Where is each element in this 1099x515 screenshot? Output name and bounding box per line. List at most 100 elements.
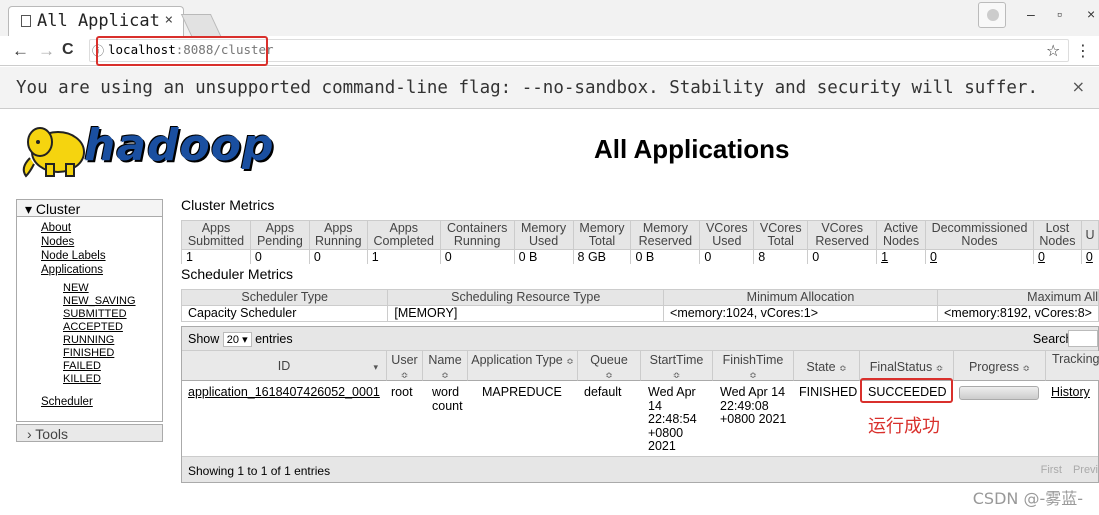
sidebar-link-killed[interactable]: KILLED xyxy=(63,373,101,385)
metric-value: 0 B xyxy=(630,249,700,264)
first-page-button[interactable]: First xyxy=(1041,464,1062,476)
infobar-message: You are using an unsupported command-lin… xyxy=(16,78,1038,98)
col-maximum-allocation: Maximum All xyxy=(937,289,1099,306)
page-title: All Applications xyxy=(594,134,790,164)
col-scheduler-type: Scheduler Type xyxy=(180,289,389,306)
success-annotation: 运行成功 xyxy=(868,416,940,437)
sidebar-link-about[interactable]: About xyxy=(41,222,71,234)
app-type: MAPREDUCE xyxy=(482,385,562,399)
entries-label: entries xyxy=(255,332,293,346)
lost-nodes-link[interactable]: 0 xyxy=(1032,249,1082,264)
col-lost-nodes: Lost Nodes xyxy=(1032,220,1082,250)
col-id[interactable]: ID ▾ xyxy=(182,351,387,381)
resource-type-value: [MEMORY] xyxy=(387,305,665,322)
page-content: hadoop All Applications ▾ Cluster About … xyxy=(0,110,1099,515)
col-containers-running: Containers Running xyxy=(439,220,515,250)
col-decommissioned-nodes: Decommissioned Nodes xyxy=(925,220,1034,250)
metric-value: 1 xyxy=(366,249,441,264)
col-progress[interactable]: Progress ≎ xyxy=(954,351,1046,381)
sidebar-link-nodes[interactable]: Nodes xyxy=(41,236,74,248)
col-apps-pending: Apps Pending xyxy=(249,220,310,250)
reload-button[interactable]: C xyxy=(62,41,74,59)
col-tracking[interactable]: Tracking xyxy=(1046,351,1099,381)
max-allocation-value: <memory:8192, vCores:8> xyxy=(937,305,1099,322)
cluster-metrics-title: Cluster Metrics xyxy=(181,197,275,213)
entries-select[interactable]: 20 ▾ xyxy=(222,332,252,347)
close-window-button[interactable]: × xyxy=(1087,6,1095,22)
sidebar-link-new-saving[interactable]: NEW_SAVING xyxy=(63,295,136,307)
metric-value: 8 xyxy=(753,249,808,264)
showing-entries-text: Showing 1 to 1 of 1 entries xyxy=(188,464,331,478)
metric-value: 8 GB xyxy=(572,249,631,264)
col-vcores-used: VCores Used xyxy=(699,220,755,250)
col-memory-reserved: Memory Reserved xyxy=(630,220,701,250)
sidebar: ▾ Cluster About Nodes Node Labels Applic… xyxy=(16,199,163,422)
previous-page-button[interactable]: Previ xyxy=(1073,464,1098,476)
tab-title: All Applicat xyxy=(37,11,160,31)
sidebar-link-accepted[interactable]: ACCEPTED xyxy=(63,321,123,333)
decommissioned-nodes-link[interactable]: 0 xyxy=(925,249,1034,264)
table-footer: Showing 1 to 1 of 1 entries First Previ xyxy=(182,456,1098,482)
unhealthy-nodes-link[interactable]: 0 xyxy=(1080,249,1099,264)
col-name[interactable]: Name ≎ xyxy=(423,351,468,381)
col-finish-time[interactable]: FinishTime ≎ xyxy=(713,351,794,381)
infobar: You are using an unsupported command-lin… xyxy=(0,67,1099,109)
sidebar-link-failed[interactable]: FAILED xyxy=(63,360,101,372)
tools-section-header[interactable]: › Tools xyxy=(16,424,163,442)
col-apps-submitted: Apps Submitted xyxy=(181,220,251,250)
back-button[interactable]: ← xyxy=(12,41,29,61)
metric-value: 0 xyxy=(308,249,368,264)
hadoop-logo[interactable]: hadoop xyxy=(18,118,278,184)
profile-button[interactable] xyxy=(978,2,1006,28)
infobar-close-icon[interactable]: × xyxy=(1072,77,1085,96)
tab-close-icon[interactable]: × xyxy=(165,12,173,28)
minimize-button[interactable]: – xyxy=(1027,6,1035,22)
col-queue[interactable]: Queue ≎ xyxy=(578,351,641,381)
app-state: FINISHED xyxy=(799,385,858,399)
sidebar-link-finished[interactable]: FINISHED xyxy=(63,347,114,359)
tab-all-applications[interactable]: All Applicat × xyxy=(8,6,184,36)
app-finish-time: Wed Apr 14 22:49:08 +0800 2021 xyxy=(720,385,787,426)
col-minimum-allocation: Minimum Allocation xyxy=(663,289,938,306)
metric-value: 0 xyxy=(249,249,310,264)
maximize-button[interactable]: ▫ xyxy=(1057,6,1062,22)
avatar-icon xyxy=(987,9,999,21)
app-user: root xyxy=(391,385,413,399)
sidebar-link-node-labels[interactable]: Node Labels xyxy=(41,250,106,262)
search-input[interactable] xyxy=(1068,330,1098,347)
history-link[interactable]: History xyxy=(1051,385,1090,400)
col-active-nodes: Active Nodes xyxy=(876,220,927,250)
sidebar-link-submitted[interactable]: SUBMITTED xyxy=(63,308,127,320)
bookmark-star-icon[interactable]: ☆ xyxy=(1046,41,1060,61)
cluster-section-header[interactable]: ▾ Cluster xyxy=(17,200,162,217)
sidebar-link-scheduler[interactable]: Scheduler xyxy=(41,396,93,408)
sidebar-link-new[interactable]: NEW xyxy=(63,282,89,294)
forward-button[interactable]: → xyxy=(38,41,55,61)
sidebar-link-running[interactable]: RUNNING xyxy=(63,334,114,346)
applications-table: Show 20 ▾ entries Search: ID ▾ User ≎ Name… xyxy=(181,326,1099,483)
show-label: Show xyxy=(188,332,220,346)
col-start-time[interactable]: StartTime ≎ xyxy=(641,351,713,381)
progress-bar xyxy=(959,386,1039,400)
scheduler-metrics-title: Scheduler Metrics xyxy=(181,266,294,282)
scheduler-metrics-table: Scheduler Type Scheduling Resource Type … xyxy=(180,289,1099,322)
metric-value: 0 B xyxy=(513,249,574,264)
col-final-status[interactable]: FinalStatus ≎ xyxy=(860,351,954,381)
col-state[interactable]: State ≎ xyxy=(794,351,860,381)
col-memory-used: Memory Used xyxy=(513,220,574,250)
menu-icon[interactable]: ⋮ xyxy=(1075,41,1091,61)
new-tab-button[interactable] xyxy=(180,14,222,36)
col-memory-total: Memory Total xyxy=(572,220,632,250)
active-nodes-link[interactable]: 1 xyxy=(876,249,926,264)
window-controls: – ▫ × xyxy=(1009,4,1099,28)
col-user[interactable]: User ≎ xyxy=(387,351,423,381)
min-allocation-value: <memory:1024, vCores:1> xyxy=(663,305,938,322)
logo-text: hadoop xyxy=(84,120,275,171)
metric-value: 0 xyxy=(439,249,515,264)
browser-tabstrip: All Applicat × – ▫ × xyxy=(0,0,1099,36)
col-scheduling-resource-type: Scheduling Resource Type xyxy=(387,289,665,306)
highlight-final-status-box xyxy=(860,378,953,403)
col-application-type[interactable]: Application Type ≎ xyxy=(468,351,578,381)
application-id-link[interactable]: application_1618407426052_0001 xyxy=(188,385,380,400)
sidebar-link-applications[interactable]: Applications xyxy=(41,264,103,276)
